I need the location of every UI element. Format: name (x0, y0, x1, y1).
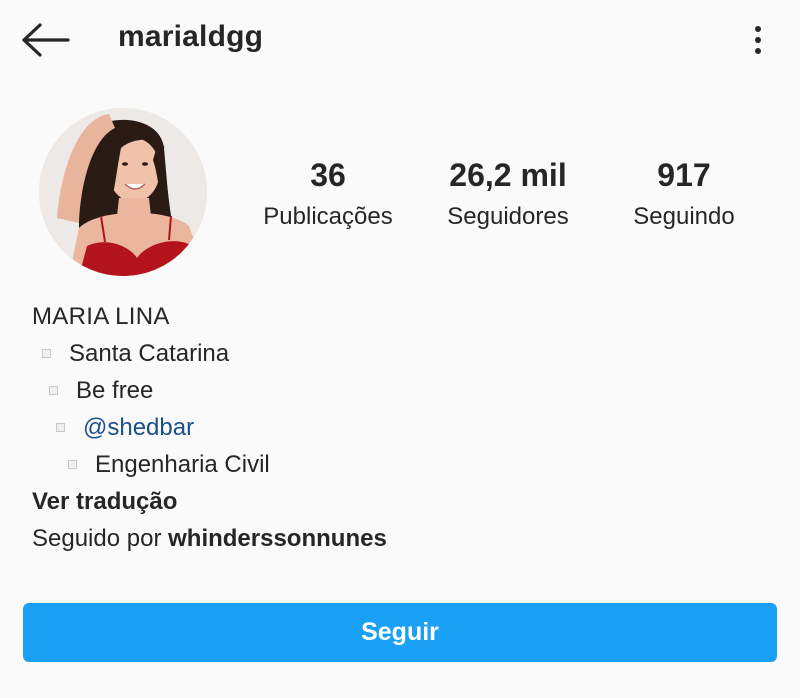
profile-username: marialdgg (118, 20, 264, 53)
profile-stats: 36 Publicações 26,2 mil Seguidores 917 S… (238, 155, 778, 245)
bullet-icon (49, 386, 58, 395)
followed-by-prefix: Seguido por (32, 525, 169, 552)
stat-followers[interactable]: 26,2 mil Seguidores (426, 155, 590, 237)
stat-posts-label: Publicações (263, 203, 393, 230)
more-options-button[interactable] (736, 18, 780, 62)
bio-mention-link[interactable]: @shedbar (83, 409, 194, 446)
bio-location: Santa Catarina (69, 340, 230, 367)
profile-bio: MARIA LINA Santa Catarina Be free @shedb… (32, 298, 772, 557)
stat-following[interactable]: 917 Seguindo (610, 155, 758, 237)
bio-line: Engenharia Civil (32, 446, 772, 483)
bio-occupation: Engenharia Civil (95, 451, 270, 478)
stat-posts[interactable]: 36 Publicações (238, 155, 418, 237)
profile-photo (39, 108, 207, 276)
stat-posts-value: 36 (310, 157, 346, 193)
bullet-icon (56, 423, 65, 432)
top-bar: marialdgg (0, 0, 800, 80)
stat-following-label: Seguindo (633, 203, 735, 230)
kebab-menu-icon (755, 26, 761, 32)
back-button[interactable] (20, 18, 72, 62)
followed-by-user: whinderssonnunes (168, 525, 387, 552)
kebab-dot (755, 48, 761, 54)
kebab-dot (755, 37, 761, 43)
bullet-icon (68, 460, 77, 469)
see-translation-link[interactable]: Ver tradução (32, 483, 772, 520)
bio-motto: Be free (76, 377, 154, 404)
bio-line: Santa Catarina (32, 335, 772, 372)
profile-avatar[interactable] (39, 108, 207, 276)
stat-followers-value: 26,2 mil (449, 157, 567, 193)
stat-followers-label: Seguidores (447, 203, 569, 230)
arrow-left-icon (22, 23, 70, 57)
follow-button[interactable]: Seguir (23, 603, 777, 662)
bullet-icon (42, 349, 51, 358)
bio-line: @shedbar (32, 409, 772, 446)
bio-line: Be free (32, 372, 772, 409)
followed-by[interactable]: Seguido por whinderssonnunes (32, 520, 772, 557)
profile-full-name: MARIA LINA (32, 303, 170, 330)
stat-following-value: 917 (657, 157, 711, 193)
